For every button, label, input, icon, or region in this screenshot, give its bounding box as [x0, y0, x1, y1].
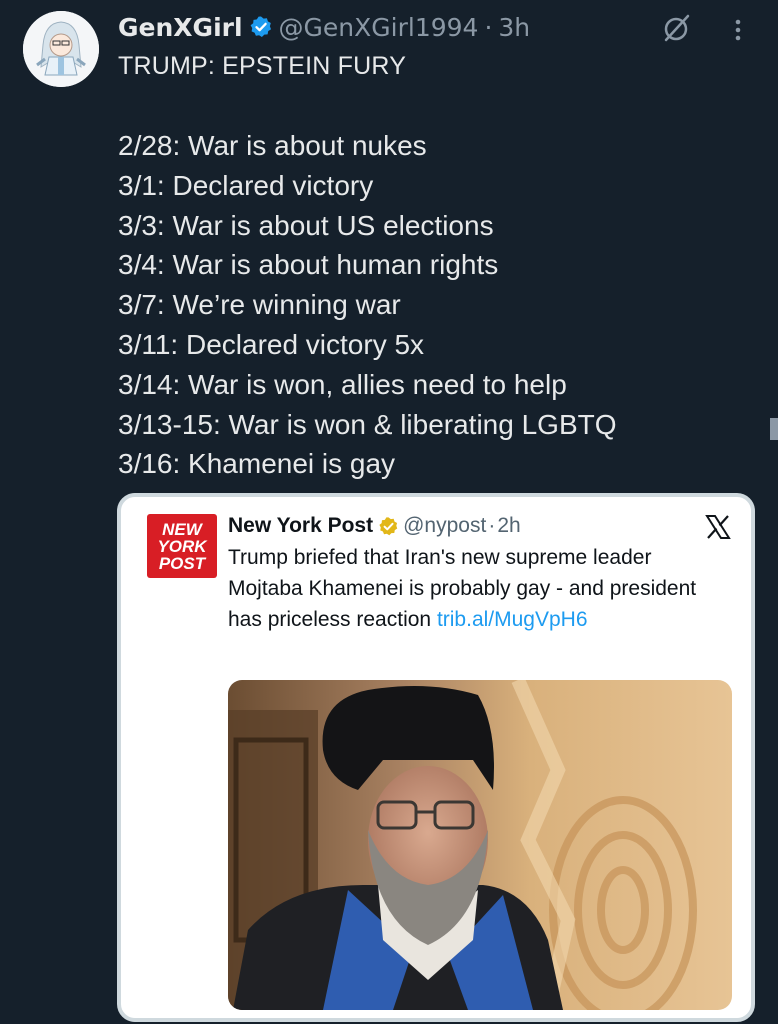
quoted-tweet-text: Trump briefed that Iran's new supreme le… [228, 542, 728, 635]
timeline-line: 3/7: We’re winning war [118, 289, 401, 321]
logo-word: POST [159, 554, 207, 573]
timeline-line: 3/1: Declared victory [118, 169, 374, 201]
timeline-line: 3/13-15: War is won & liberating LGBTQ [118, 408, 617, 440]
tweet-body: 2/28: War is about nukes 3/1: Declared v… [118, 126, 617, 484]
quoted-timestamp[interactable]: 2h [497, 514, 520, 538]
timeline-line: 3/4: War is about human rights [118, 249, 499, 281]
author-handle[interactable]: @GenXGirl1994 [279, 13, 479, 42]
article-link[interactable]: trib.al/MugVpH6 [437, 608, 588, 631]
separator-dot: · [488, 514, 496, 537]
timeline-line: 3/16: Khamenei is gay [118, 448, 396, 480]
x-logo-icon [704, 513, 732, 541]
quoted-author-name[interactable]: New York Post [228, 514, 373, 538]
timeline-line: 3/14: War is won, allies need to help [118, 368, 567, 400]
quoted-tweet-card[interactable]: NEW YORK POST New York Post @nypost · 2h… [117, 493, 755, 1022]
grok-icon[interactable] [660, 13, 692, 43]
tweet-header: GenXGirl @GenXGirl1994 · 3h [118, 8, 530, 46]
verified-icon [249, 15, 273, 39]
timeline-line: 2/28: War is about nukes [118, 130, 427, 161]
verified-gold-icon [378, 516, 399, 537]
more-icon[interactable] [728, 14, 748, 44]
nypost-logo[interactable]: NEW YORK POST [147, 514, 217, 578]
separator-dot: · [484, 12, 493, 42]
avatar[interactable] [23, 11, 99, 87]
article-photo[interactable] [228, 680, 732, 1010]
tweet-headline: TRUMP: EPSTEIN FURY [118, 52, 407, 80]
quoted-author-handle[interactable]: @nypost [403, 514, 486, 538]
author-name[interactable]: GenXGirl [118, 13, 243, 42]
scrollbar-thumb[interactable] [770, 418, 778, 440]
timeline-line: 3/3: War is about US elections [118, 209, 494, 241]
quoted-tweet-header: New York Post @nypost · 2h [228, 512, 521, 540]
timestamp[interactable]: 3h [498, 13, 530, 42]
timeline-line: 3/11: Declared victory 5x [118, 328, 425, 360]
avatar-illustration [23, 11, 99, 87]
